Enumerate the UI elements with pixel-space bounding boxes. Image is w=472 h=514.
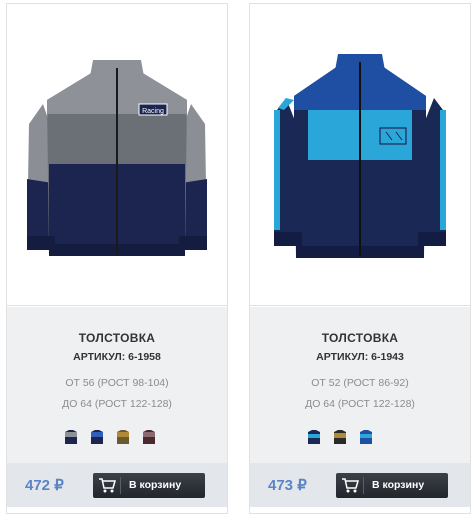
product-image[interactable]: Racing xyxy=(7,4,227,306)
swatch-mustard[interactable] xyxy=(114,428,132,446)
color-swatches xyxy=(7,428,227,448)
color-swatches xyxy=(250,428,470,448)
size-from: ОТ 52 (РОСТ 86-92) xyxy=(311,377,409,389)
product-image[interactable] xyxy=(250,4,470,306)
product-price: 473 ₽ xyxy=(268,477,307,494)
size-to: ДО 64 (РОСТ 122-128) xyxy=(305,398,415,410)
add-to-cart-button[interactable]: В корзину xyxy=(336,473,448,498)
product-price: 472 ₽ xyxy=(25,477,64,494)
racing-badge-text: Racing xyxy=(142,108,164,115)
product-info: ТОЛСТОВКА АРТИКУЛ: 6-1958 ОТ 56 (РОСТ 98… xyxy=(7,307,227,463)
product-card[interactable]: Racing ТОЛСТОВКА АРТИКУЛ: 6-1958 ОТ 56 (… xyxy=(6,3,228,514)
swatch-navy-cyan[interactable] xyxy=(305,428,323,446)
swatch-navy-grey[interactable] xyxy=(62,428,80,446)
buy-bar: 473 ₽ В корзину xyxy=(250,463,470,507)
product-card[interactable]: ТОЛСТОВКА АРТИКУЛ: 6-1943 ОТ 52 (РОСТ 86… xyxy=(249,3,471,514)
add-to-cart-button[interactable]: В корзину xyxy=(93,473,205,498)
product-info: ТОЛСТОВКА АРТИКУЛ: 6-1943 ОТ 52 (РОСТ 86… xyxy=(250,307,470,463)
button-separator xyxy=(120,477,121,494)
size-from: ОТ 56 (РОСТ 98-104) xyxy=(65,377,169,389)
product-sku: АРТИКУЛ: 6-1943 xyxy=(316,351,404,363)
buy-bar: 472 ₽ В корзину xyxy=(7,463,227,507)
jacket-grey-navy-image: Racing xyxy=(27,60,207,256)
size-to: ДО 64 (РОСТ 122-128) xyxy=(62,398,172,410)
product-sku: АРТИКУЛ: 6-1958 xyxy=(73,351,161,363)
product-title[interactable]: ТОЛСТОВКА xyxy=(7,331,227,345)
product-title[interactable]: ТОЛСТОВКА xyxy=(250,331,470,345)
button-separator xyxy=(363,477,364,494)
shopping-cart-icon xyxy=(99,478,116,493)
shopping-cart-icon xyxy=(342,478,359,493)
jacket-blue-cyan-image xyxy=(274,54,446,258)
swatch-mustard[interactable] xyxy=(331,428,349,446)
swatch-blue[interactable] xyxy=(357,428,375,446)
add-to-cart-label: В корзину xyxy=(372,479,425,491)
swatch-burgundy[interactable] xyxy=(140,428,158,446)
add-to-cart-label: В корзину xyxy=(129,479,182,491)
swatch-navy-blue[interactable] xyxy=(88,428,106,446)
